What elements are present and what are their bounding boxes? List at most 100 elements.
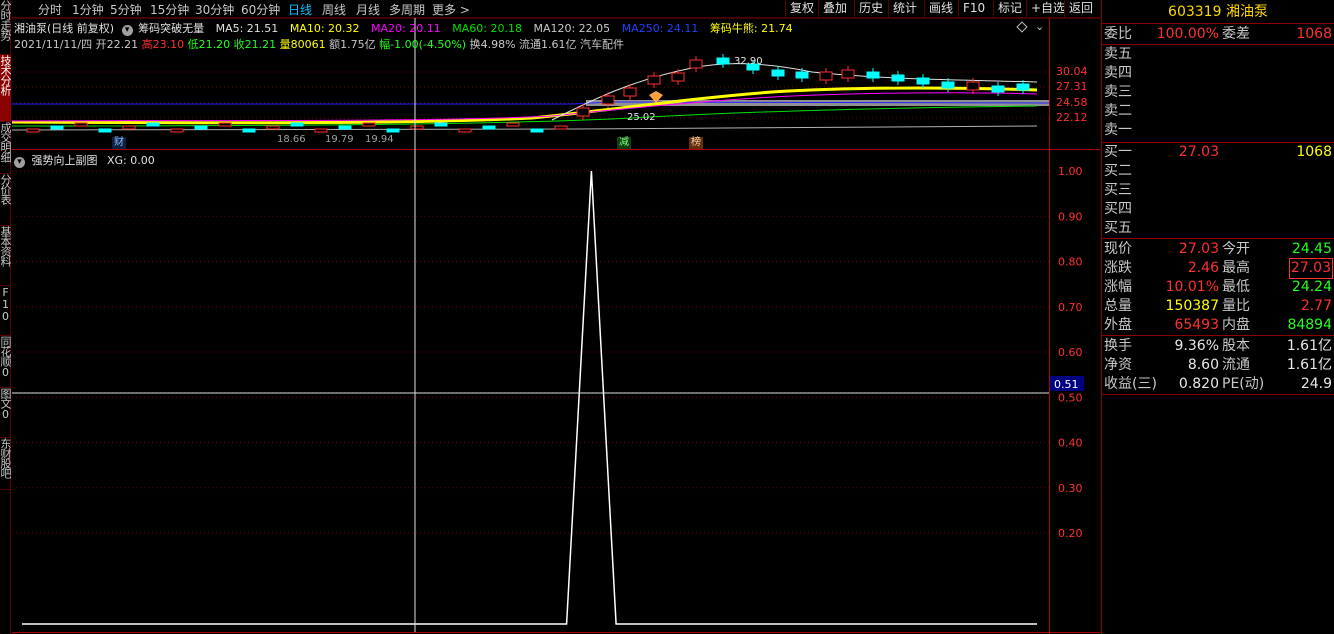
bar-industry: 汽车配件	[580, 38, 625, 51]
toolbar-button-1[interactable]: 叠加	[818, 0, 851, 18]
value: 1.61亿	[1286, 357, 1332, 373]
toolbar-button-7[interactable]: +自选	[1026, 0, 1069, 18]
label: 卖三	[1104, 84, 1132, 100]
price-annotation-low2: 19.79	[325, 134, 354, 145]
chart-area[interactable]: 30.04 27.31 24.58 22.12 32.90 25.02 18.66 19.79…	[12, 0, 1100, 634]
left-tab-7[interactable]: 图文0	[0, 388, 11, 438]
left-tab-6[interactable]: 同花顺0	[0, 336, 11, 388]
period-tab-5[interactable]: 60分钟	[241, 1, 280, 18]
candle-body	[891, 74, 905, 82]
label: 委比	[1104, 26, 1132, 42]
price-annotation-high: 32.90	[734, 56, 763, 67]
weibi-row: 委比 100.00% 委差 1068	[1104, 25, 1334, 44]
label: 最低	[1222, 279, 1250, 295]
period-tab-9[interactable]: 多周期	[389, 1, 425, 18]
toolbar-button-0[interactable]: 复权	[785, 0, 818, 18]
marker-bang[interactable]: 榜	[689, 137, 703, 149]
fund-row-0: 换手 9.36% 股本 1.61亿	[1104, 337, 1334, 356]
buy-level-4: 买五	[1104, 219, 1334, 238]
cursor-value: 0.51	[1054, 378, 1079, 391]
toolbar-button-6[interactable]: 标记	[993, 0, 1026, 18]
left-tab-2[interactable]: 成交明细	[0, 122, 11, 174]
ma120-line	[12, 125, 1038, 131]
toolbar-button-2[interactable]: 历史	[854, 0, 887, 18]
bar-change: 幅-1.00(-4.50%)	[379, 38, 467, 51]
chevron-down-icon[interactable]: ▾	[121, 25, 133, 36]
moving-average-lines	[12, 63, 1050, 131]
value: 9.36%	[1174, 338, 1219, 354]
buy-level-3: 买四	[1104, 200, 1334, 219]
value: 2.46	[1187, 260, 1219, 276]
value: 27.03	[1178, 144, 1219, 160]
label: 买三	[1104, 182, 1132, 198]
stock-code-title[interactable]: 603319 湘油泵	[1102, 0, 1334, 24]
candle-body	[795, 71, 809, 79]
toolbar-button-5[interactable]: F10	[958, 0, 989, 18]
label: 换手	[1104, 338, 1132, 354]
indicator-name[interactable]: 筹码突破无量	[138, 22, 204, 35]
label: PE(动)	[1222, 376, 1265, 392]
left-tab-0[interactable]: 分时走势	[0, 0, 11, 55]
stat-row-3: 总量 150387 量比 2.77	[1104, 297, 1334, 316]
toolbar-button-4[interactable]: 画线	[924, 0, 957, 18]
sell-level-2: 卖三	[1104, 83, 1334, 102]
collapse-chevron-icon[interactable]: ⌄	[1035, 20, 1044, 33]
bar-low: 低21.20	[187, 38, 231, 51]
value: 65493	[1174, 317, 1219, 333]
period-tab-1[interactable]: 1分钟	[72, 1, 104, 18]
sub-chart-menu-icon[interactable]: ▾	[14, 157, 25, 168]
sub-y-tick-label: 0.60	[1058, 346, 1083, 359]
period-tab-2[interactable]: 5分钟	[110, 1, 142, 18]
ma250-value: MA250: 24.11	[621, 22, 699, 35]
sub-y-tick-label: 1.00	[1058, 165, 1083, 178]
bar-volume: 量80061	[279, 38, 326, 51]
sub-y-tick-label: 0.30	[1058, 482, 1083, 495]
period-tab-0[interactable]: 分时	[38, 1, 62, 18]
period-tab-7[interactable]: 周线	[322, 1, 346, 18]
left-tab-4[interactable]: 基本资料	[0, 226, 11, 286]
label: 总量	[1104, 298, 1132, 314]
sub-y-tick-label: 0.40	[1058, 437, 1083, 450]
left-tab-1[interactable]: 技术分析	[0, 55, 11, 122]
toolbar-button-3[interactable]: 统计	[888, 0, 921, 18]
value: 24.24	[1291, 279, 1332, 295]
price-annotation-low3: 19.94	[365, 134, 394, 145]
bar-date: 2021/11/11/四	[14, 38, 93, 51]
period-tab-3[interactable]: 15分钟	[150, 1, 189, 18]
left-tab-3[interactable]: 分价表	[0, 174, 11, 226]
candle-body	[671, 72, 685, 82]
value: 150387	[1165, 298, 1219, 314]
ma20-line	[12, 92, 1038, 122]
period-tab-6[interactable]: 日线	[288, 1, 312, 18]
period-tab-4[interactable]: 30分钟	[195, 1, 234, 18]
bar-amount: 额1.75亿	[329, 38, 376, 51]
label: 买五	[1104, 220, 1132, 236]
candle-body	[50, 125, 64, 130]
candle-body	[26, 128, 40, 133]
marker-cai[interactable]: 财	[112, 137, 126, 149]
period-tab-8[interactable]: 月线	[356, 1, 380, 18]
marker-jian[interactable]: 减	[617, 137, 631, 149]
sell-level-1: 卖四	[1104, 64, 1334, 83]
period-tab-10[interactable]: 更多 >	[432, 1, 470, 18]
candle-body	[966, 81, 980, 91]
bar-close: 收21.21	[233, 38, 277, 51]
label: 涨幅	[1104, 279, 1132, 295]
stat-row-1: 涨跌 2.46 最高 27.03	[1104, 258, 1334, 279]
candle-body	[290, 122, 304, 127]
left-tab-8[interactable]: 东财股吧	[0, 438, 11, 490]
value: 27.03	[1178, 241, 1219, 257]
label: 今开	[1222, 241, 1250, 257]
quote-panel: 603319 湘油泵 委比 100.00% 委差 1068 卖五 卖四 卖三 卖二 卖一 买一 27…	[1101, 0, 1334, 634]
sell-level-4: 卖一	[1104, 121, 1334, 140]
value: 1068	[1296, 26, 1332, 42]
sub-chart-header: ▾ 强势向上副图 XG: 0.00	[14, 152, 155, 168]
left-tab-5[interactable]: F10	[0, 286, 11, 336]
label: 卖二	[1104, 103, 1132, 119]
sub-chart-title[interactable]: 强势向上副图	[32, 154, 98, 167]
sub-y-tick-label: 0.80	[1058, 256, 1083, 269]
candle-body	[506, 122, 520, 127]
candle-body	[74, 122, 88, 127]
candle-body	[623, 87, 637, 97]
toolbar-button-8[interactable]: 返回	[1064, 0, 1097, 18]
